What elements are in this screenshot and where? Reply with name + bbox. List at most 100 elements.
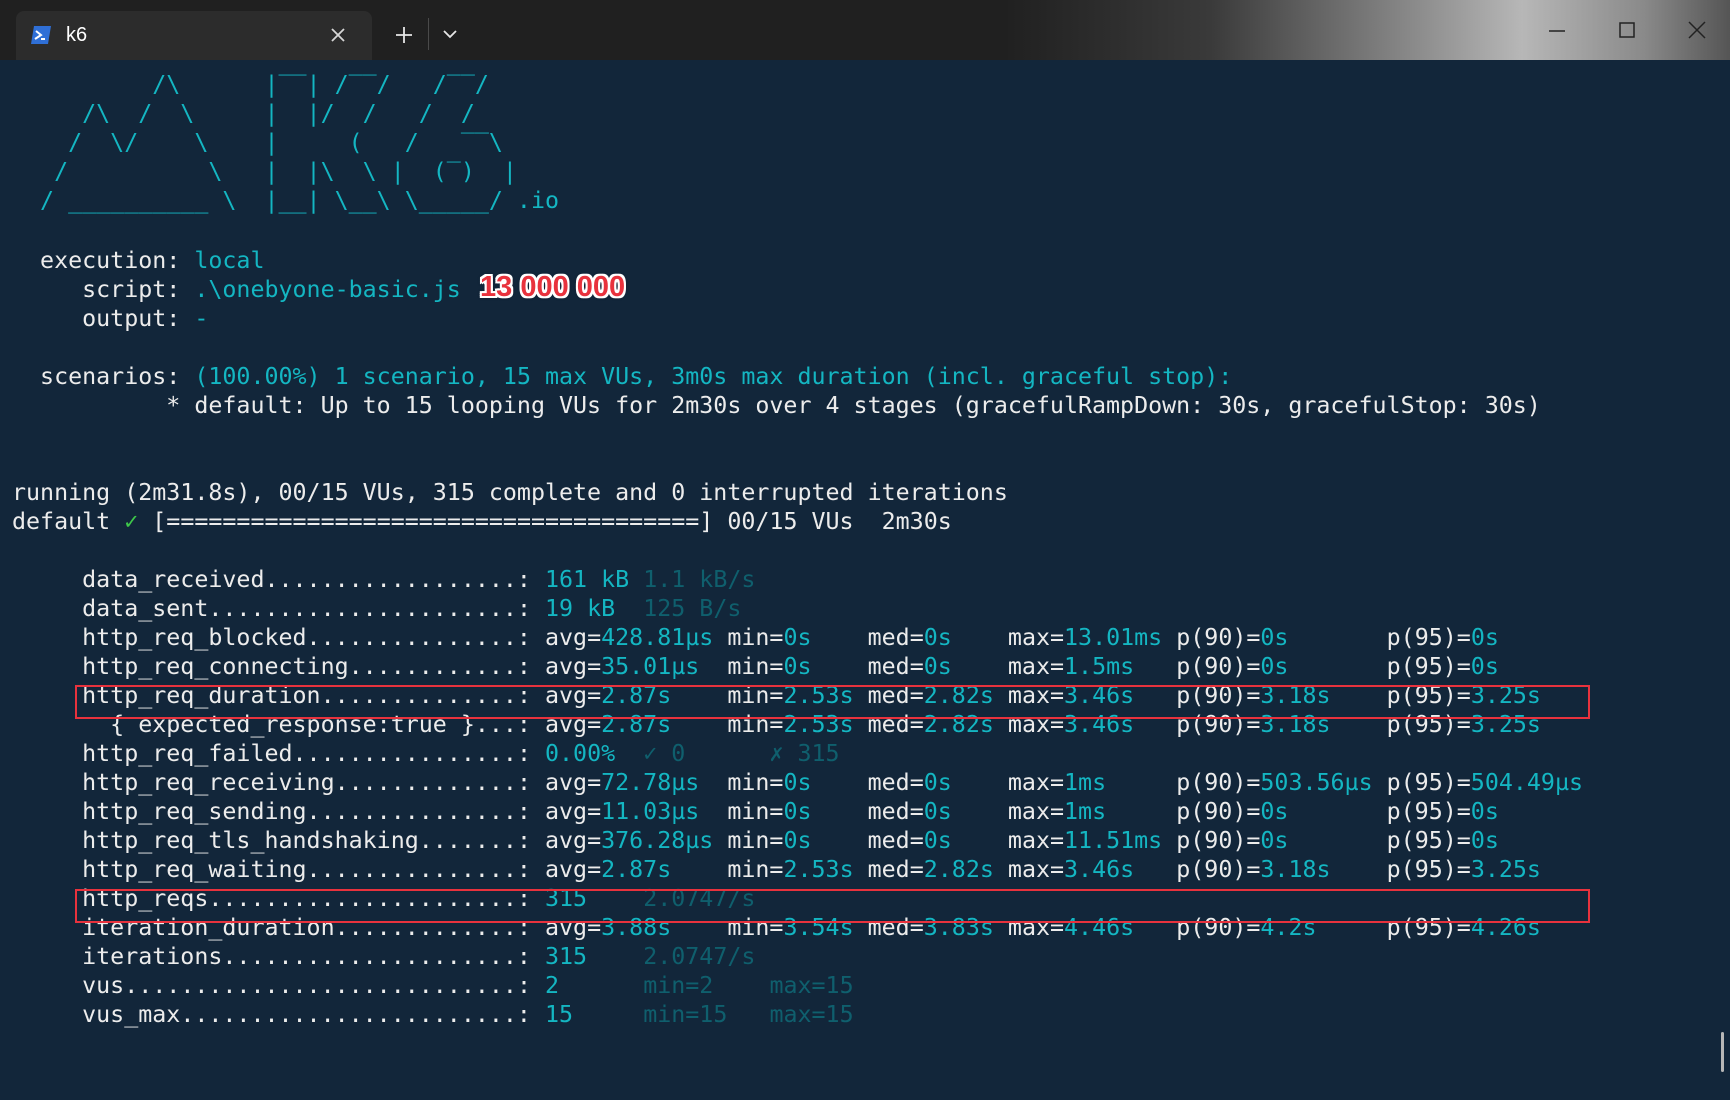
metric-value: avg= [545,827,602,854]
metric-dots: ............................: [124,972,545,999]
script-line: script: .\onebyone-basic.js [12,275,461,304]
tab-k6[interactable]: k6 [16,11,372,60]
metric-value [629,566,643,593]
scenarios-line: scenarios: (100.00%) 1 scenario, 15 max … [12,362,1232,391]
logo-line: / \/ \ | ( / ‾‾\ [12,129,503,156]
metric-name: http_req_failed [12,740,293,767]
logo-line: / __________ \ |__| \__\ \_____/ .io [12,187,560,214]
metric-name: http_req_connecting [12,653,349,680]
metric-row: http_req_connecting............: avg=35.… [12,652,1499,681]
metric-value [727,1001,769,1028]
metric-value [573,1001,643,1028]
metric-value: 0s [783,624,812,651]
metric-value: 11.03µs [601,798,700,825]
script-value: .\onebyone-basic.js [194,276,461,303]
highlight-box-http-reqs [75,889,1590,923]
metric-value: 0s [1260,624,1289,651]
metric-row: http_req_waiting...............: avg=2.8… [12,855,1541,884]
metric-value: p(95)= [1288,827,1471,854]
metric-value: 2.0747/s [643,943,756,970]
execution-label: execution: [12,247,195,274]
metric-value: med= [811,624,924,651]
maximize-icon[interactable] [1618,21,1636,39]
powershell-icon [31,26,51,44]
metric-value: ✓ 0 [643,740,686,767]
metric-value: med= [811,653,924,680]
metric-value: max=15 [769,972,854,999]
metric-name: http_req_receiving [12,769,335,796]
terminal-output[interactable]: /\ |‾‾| /‾‾/ /‾‾/ /\ / \ | |/ / / / / \/… [0,60,1730,1100]
metric-value: 0s [783,653,812,680]
chevron-down-icon[interactable] [442,28,458,40]
plus-icon[interactable] [394,25,414,45]
metric-value: 1ms [1064,798,1107,825]
metric-row: iterations.....................: 315 2.0… [12,942,755,971]
metric-value: p(90)= [1162,827,1261,854]
execution-line: execution: local [12,246,264,275]
metric-value: 0s [783,827,812,854]
metric-value: 0s [1260,827,1289,854]
metric-dots: .....................: [222,943,545,970]
metric-dots: .......: [418,827,545,854]
metric-name: data_received [12,566,265,593]
scenarios-summary: (100.00%) 1 scenario, 15 max VUs, 3m0s m… [194,363,1233,390]
metric-value: med= [811,798,924,825]
metric-value: min= [671,856,784,883]
check-icon: ✓ [124,508,139,535]
running-status: running (2m31.8s), 00/15 VUs, 315 comple… [12,479,1008,506]
metric-value: 161 kB [545,566,630,593]
scenarios-label: scenarios: [12,363,195,390]
close-icon[interactable] [329,26,347,44]
metric-value: 0s [1470,827,1499,854]
metric-value: 0s [923,653,952,680]
metric-row: vus............................: 2 min=2… [12,971,854,1000]
output-line: output: - [12,304,208,333]
window-close-icon[interactable] [1687,20,1707,40]
metric-value [615,740,643,767]
metric-value: avg= [545,653,602,680]
metric-row: http_req_sending...............: avg=11.… [12,797,1499,826]
progress-prefix: default [12,508,125,535]
metric-value: p(90)= [1106,769,1261,796]
scrollbar-thumb[interactable] [1721,1032,1724,1072]
metric-value: avg= [545,624,602,651]
metric-value: 0s [923,769,952,796]
metric-value: 0s [1470,624,1499,651]
metric-value: 315 [545,943,588,970]
metric-value: 72.78µs [601,769,700,796]
metric-value: p(95)= [1288,798,1471,825]
metric-value: 2.53s [783,856,854,883]
metric-value [713,972,769,999]
metric-value: 3.18s [1260,856,1331,883]
progress-bar: [======================================]… [138,508,952,535]
metric-dots: .............: [334,769,545,796]
metric-dots: ......................: [208,595,545,622]
title-bar: k6 [0,0,1730,60]
metric-name: data_sent [12,595,209,622]
metric-value: max= [951,653,1065,680]
metric-value: 3.25s [1470,856,1541,883]
metric-value: 13.01ms [1064,624,1163,651]
metric-value: avg= [545,769,602,796]
metric-value: 2.87s [601,856,672,883]
metric-dots: ................: [292,740,545,767]
metric-value: 3.46s [1064,856,1135,883]
metric-value: max=15 [769,1001,854,1028]
metric-dots: ...............: [306,624,545,651]
metric-value: min=15 [643,1001,728,1028]
metric-value [615,595,643,622]
metric-value: 504.49µs [1470,769,1584,796]
metric-value: min= [713,624,784,651]
metric-value: max= [951,827,1065,854]
metric-value: 11.51ms [1064,827,1163,854]
metric-value: 503.56µs [1260,769,1373,796]
highlight-box-http-req-duration [75,685,1590,719]
metric-value: 0s [1470,798,1499,825]
metric-value: p(90)= [1134,653,1261,680]
metric-value: 0s [783,798,812,825]
metric-value: max= [951,798,1065,825]
metric-dots: ........................: [180,1001,545,1028]
minimize-icon[interactable] [1548,22,1566,40]
metric-row: http_req_tls_handshaking.......: avg=376… [12,826,1499,855]
metric-value: p(90)= [1106,798,1261,825]
